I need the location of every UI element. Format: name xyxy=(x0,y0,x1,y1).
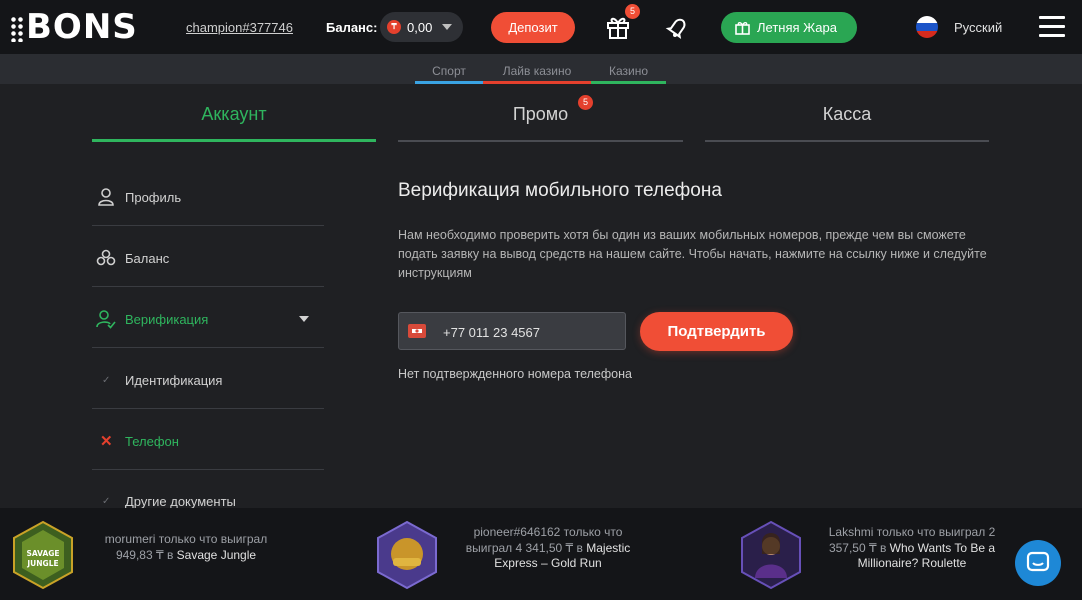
sidebar-item-phone[interactable]: ✕ Телефон xyxy=(92,410,324,470)
gift-icon[interactable] xyxy=(605,14,631,40)
sidebar-item-label: Телефон xyxy=(125,434,179,449)
gift-badge: 5 xyxy=(625,4,640,19)
subnav-casino[interactable]: Казино xyxy=(591,64,666,84)
top-header: BONS champion#377746 Баланс: ₸ 0,00 Депо… xyxy=(0,0,1082,54)
russia-flag-icon[interactable] xyxy=(916,16,938,38)
subnav-sport[interactable]: Спорт xyxy=(415,64,483,84)
logo-dots-icon xyxy=(10,15,24,42)
tab-account-label: Аккаунт xyxy=(201,104,267,124)
sidebar-item-label: Идентификация xyxy=(125,373,223,388)
page-title: Верификация мобильного телефона xyxy=(398,180,722,201)
user-icon xyxy=(98,188,114,206)
language-selector[interactable]: Русский xyxy=(954,20,1002,35)
sidebar-item-label: Профиль xyxy=(125,190,182,205)
currency-icon: ₸ xyxy=(387,20,401,34)
username-link[interactable]: champion#377746 xyxy=(186,20,293,35)
tab-account[interactable]: Аккаунт xyxy=(92,84,376,144)
tab-promo[interactable]: Промо xyxy=(398,84,683,144)
recent-winners-bar: SAVAGE JUNGLE morumeri только что выигра… xyxy=(0,508,1082,600)
user-check-icon xyxy=(96,310,116,329)
promo-label: Летняя Жара xyxy=(757,20,837,35)
phone-status-text: Нет подтвержденного номера телефона xyxy=(398,367,632,381)
sidebar-item-label: Баланс xyxy=(125,251,170,266)
majestic-express-game-thumbnail[interactable] xyxy=(376,520,438,590)
product-subnav: Спорт Лайв казино Казино xyxy=(0,54,1082,84)
chevron-down-icon[interactable] xyxy=(299,316,309,322)
cross-icon: ✕ xyxy=(100,433,113,450)
summer-promo-button[interactable]: Летняя Жара xyxy=(721,12,857,43)
kazakhstan-flag-icon[interactable] xyxy=(408,324,426,338)
deposit-button[interactable]: Депозит xyxy=(491,12,575,43)
svg-text:JUNGLE: JUNGLE xyxy=(26,559,58,568)
balance-label: Баланс: xyxy=(326,20,378,35)
sidebar-item-verification[interactable]: Верификация xyxy=(92,288,324,348)
confirm-button[interactable]: Подтвердить xyxy=(640,312,793,351)
check-icon: ✓ xyxy=(102,496,111,507)
tab-account-underline xyxy=(92,139,376,142)
promo-tab-badge: 5 xyxy=(578,95,593,110)
tab-cashier-underline xyxy=(705,140,989,142)
winner-notice-3: Lakshmi только что выиграл 2 357,50 ₸ в … xyxy=(822,525,1002,572)
sidebar-item-label: Другие документы xyxy=(125,494,236,509)
sidebar-item-balance[interactable]: Баланс xyxy=(92,227,324,287)
winner-notice-2: pioneer#646162 только что выиграл 4 341,… xyxy=(458,525,638,572)
support-chat-button[interactable] xyxy=(1015,540,1061,586)
bons-logo[interactable]: BONS xyxy=(10,8,138,46)
tab-promo-underline xyxy=(398,140,683,142)
coins-icon xyxy=(96,249,116,266)
chevron-down-icon xyxy=(442,24,452,30)
sidebar-item-profile[interactable]: Профиль xyxy=(92,166,324,226)
sidebar-item-identification[interactable]: ✓ Идентификация xyxy=(92,349,324,409)
logo-text: BONS xyxy=(26,7,138,47)
phone-number-input[interactable] xyxy=(443,323,613,341)
tab-cashier-label: Касса xyxy=(822,104,872,124)
subnav-live-casino[interactable]: Лайв казино xyxy=(483,64,591,84)
sidebar-item-label: Верификация xyxy=(125,312,209,327)
chat-icon xyxy=(1026,551,1050,572)
svg-text:SAVAGE: SAVAGE xyxy=(26,549,59,558)
bell-icon[interactable] xyxy=(665,14,691,40)
check-icon: ✓ xyxy=(102,375,111,386)
balance-amount: 0,00 xyxy=(407,20,433,35)
phone-input-group[interactable] xyxy=(398,312,626,350)
millionaire-roulette-game-thumbnail[interactable] xyxy=(740,520,802,590)
hamburger-menu-icon[interactable] xyxy=(1039,16,1065,38)
winner-notice-1: morumeri только что выиграл 949,83 ₸ в S… xyxy=(96,532,276,563)
savage-jungle-game-thumbnail[interactable]: SAVAGE JUNGLE xyxy=(12,520,74,590)
promo-icon xyxy=(735,22,750,35)
tab-cashier[interactable]: Касса xyxy=(705,84,989,144)
tab-promo-label: Промо xyxy=(512,104,569,124)
subnav-sport-label: Спорт xyxy=(432,64,466,78)
subnav-live-casino-label: Лайв казино xyxy=(502,64,572,78)
verification-description: Нам необходимо проверить хотя бы один из… xyxy=(398,228,987,280)
subnav-casino-label: Казино xyxy=(608,64,649,78)
winner-game-link[interactable]: Savage Jungle xyxy=(177,548,256,562)
balance-dropdown[interactable]: ₸ 0,00 xyxy=(380,12,463,42)
